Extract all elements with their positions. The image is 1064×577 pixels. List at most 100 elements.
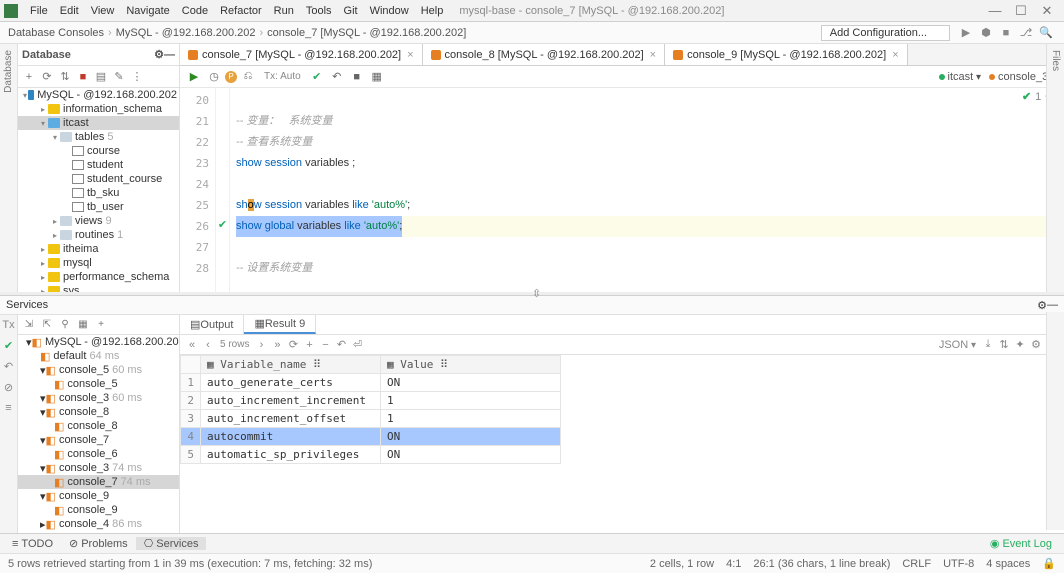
execute-icon[interactable]: ▶ [185, 69, 203, 85]
debug-icon[interactable]: ⬢ [978, 25, 994, 41]
services-gear-icon[interactable]: ⚙ [1037, 299, 1047, 312]
last-page-icon[interactable]: » [269, 339, 285, 351]
table-row[interactable]: 2auto_increment_increment1 [181, 392, 561, 410]
db-tree-item[interactable]: tb_user [18, 200, 179, 214]
close-tab-icon[interactable]: × [650, 49, 656, 61]
services-tree-item[interactable]: ▾◧console_374 ms [18, 461, 179, 475]
services-tree-item[interactable]: ▸◧console_486 ms [18, 517, 179, 531]
refresh-icon[interactable]: ⟳ [39, 69, 55, 85]
plan-icon[interactable]: P [225, 71, 237, 83]
menu-refactor[interactable]: Refactor [214, 5, 268, 17]
services-tree-item[interactable]: ▸◧MySQL - @localhost [18, 531, 179, 533]
stop-icon[interactable]: ■ [998, 25, 1014, 41]
services-tree[interactable]: ▾◧MySQL - @192.168.200.20◧default64 ms▾◧… [18, 335, 179, 533]
settings-icon[interactable]: ⚙ [1028, 338, 1044, 351]
sv-undo-icon[interactable]: ↶ [4, 360, 13, 373]
splitter[interactable]: ⇳ [0, 292, 1064, 295]
services-tab[interactable]: ⎔ Services [136, 537, 207, 550]
menu-git[interactable]: Git [338, 5, 364, 17]
db-tree-item[interactable]: ▾tables5 [18, 130, 179, 144]
database-tree[interactable]: ▾MySQL - @192.168.200.202▸information_sc… [18, 88, 179, 292]
menu-code[interactable]: Code [176, 5, 214, 17]
services-hide-icon[interactable]: ― [1047, 299, 1058, 311]
services-tree-item[interactable]: ◧console_9 [18, 503, 179, 517]
sv-expand-icon[interactable]: ⇲ [21, 317, 37, 333]
services-tree-item[interactable]: ▾◧console_9 [18, 489, 179, 503]
menu-view[interactable]: View [85, 5, 121, 17]
del-row-icon[interactable]: − [317, 339, 333, 351]
output-tab[interactable]: ▤ Output [180, 315, 244, 334]
crumb-console[interactable]: console_7 [MySQL - @192.168.200.202] [267, 27, 466, 39]
db-tree-item[interactable]: tb_sku [18, 186, 179, 200]
grid-icon[interactable]: ▦ [368, 69, 386, 85]
services-tree-item[interactable]: ◧default64 ms [18, 349, 179, 363]
menu-tools[interactable]: Tools [300, 5, 338, 17]
run-config-combo[interactable]: Add Configuration... [821, 25, 950, 41]
status-crlf[interactable]: CRLF [902, 558, 931, 570]
hide-icon[interactable]: ― [164, 49, 175, 61]
close-tab-icon[interactable]: × [407, 49, 413, 61]
menu-edit[interactable]: Edit [54, 5, 85, 17]
editor-tab-2[interactable]: console_9 [MySQL - @192.168.200.202]× [665, 44, 908, 65]
db-tree-item[interactable]: ▸mysql [18, 256, 179, 270]
sv-group-icon[interactable]: ▦ [75, 317, 91, 333]
menu-run[interactable]: Run [268, 5, 300, 17]
db-tree-item[interactable]: ▸itheima [18, 242, 179, 256]
menu-file[interactable]: File [24, 5, 54, 17]
services-tree-item[interactable]: ◧console_5 [18, 377, 179, 391]
sv-filter-icon[interactable]: ⚲ [57, 317, 73, 333]
prev-page-icon[interactable]: ‹ [200, 339, 216, 351]
sv-add-icon[interactable]: + [93, 317, 109, 333]
db-tree-item[interactable]: student_course [18, 172, 179, 186]
sv-more-icon[interactable]: ≡ [5, 402, 11, 414]
db-tree-item[interactable]: ▾itcast [18, 116, 179, 130]
todo-tab[interactable]: ≡ TODO [4, 538, 61, 550]
services-tree-item[interactable]: ▾◧MySQL - @192.168.200.20 [18, 335, 179, 349]
db-tree-item[interactable]: ▸views9 [18, 214, 179, 228]
edit-icon[interactable]: ✎ [111, 69, 127, 85]
problems-tab[interactable]: ⊘ Problems [61, 537, 136, 550]
minimize-button[interactable]: ― [982, 3, 1008, 18]
reload-icon[interactable]: ⟳ [285, 338, 301, 351]
menu-window[interactable]: Window [364, 5, 415, 17]
add-row-icon[interactable]: + [301, 339, 317, 351]
close-button[interactable]: ✕ [1034, 3, 1060, 19]
crumb-db[interactable]: MySQL - @192.168.200.202 [116, 27, 256, 39]
editor-tab-0[interactable]: console_7 [MySQL - @192.168.200.202]× [180, 44, 423, 65]
status-lock-icon[interactable]: 🔒 [1042, 557, 1056, 570]
result-grid[interactable]: ▦ Variable_name ⠿▦ Value ⠿1auto_generate… [180, 355, 1064, 533]
tx-icon[interactable]: Tx [2, 319, 14, 331]
db-tree-item[interactable]: student [18, 158, 179, 172]
table-row[interactable]: 5automatic_sp_privilegesON [181, 446, 561, 464]
result-tab[interactable]: ▦ Result 9 [244, 315, 316, 334]
services-tree-item[interactable]: ▾◧console_360 ms [18, 391, 179, 405]
services-tree-item[interactable]: ◧console_774 ms [18, 475, 179, 489]
table-row[interactable]: 4autocommitON [181, 428, 561, 446]
maximize-button[interactable]: ☐ [1008, 3, 1034, 19]
import-icon[interactable]: ⇅ [996, 338, 1012, 351]
export-icon[interactable]: ⤓ [980, 338, 996, 351]
gear-icon[interactable]: ⚙ [154, 48, 164, 61]
menu-navigate[interactable]: Navigate [120, 5, 175, 17]
schema-selector[interactable]: itcast ▾ [939, 71, 982, 83]
db-tree-item[interactable]: ▸information_schema [18, 102, 179, 116]
check-icon[interactable]: ✔ [308, 69, 326, 85]
db-tree-item[interactable]: ▾MySQL - @192.168.200.202 [18, 88, 179, 102]
status-indent[interactable]: 4 spaces [986, 558, 1030, 570]
rail-files-label[interactable]: Files [1050, 50, 1061, 71]
db-tree-item[interactable]: ▸sys [18, 284, 179, 292]
services-tree-item[interactable]: ◧console_6 [18, 447, 179, 461]
next-page-icon[interactable]: › [253, 339, 269, 351]
status-encoding[interactable]: UTF-8 [943, 558, 974, 570]
stop2-icon[interactable]: ■ [348, 69, 366, 85]
services-tree-item[interactable]: ▾◧console_560 ms [18, 363, 179, 377]
close-tab-icon[interactable]: × [892, 49, 898, 61]
table-row[interactable]: 3auto_increment_offset1 [181, 410, 561, 428]
run-icon[interactable]: ▶ [958, 25, 974, 41]
menu-help[interactable]: Help [415, 5, 450, 17]
crumb-root[interactable]: Database Consoles [8, 27, 104, 39]
sv-cancel-icon[interactable]: ⊘ [4, 381, 13, 394]
first-page-icon[interactable]: « [184, 339, 200, 351]
services-tree-item[interactable]: ◧console_8 [18, 419, 179, 433]
editor-body[interactable]: 202122232425262728 ✔ ✔ 1 ^▾ -- 变量： 系统变量-… [180, 88, 1064, 292]
